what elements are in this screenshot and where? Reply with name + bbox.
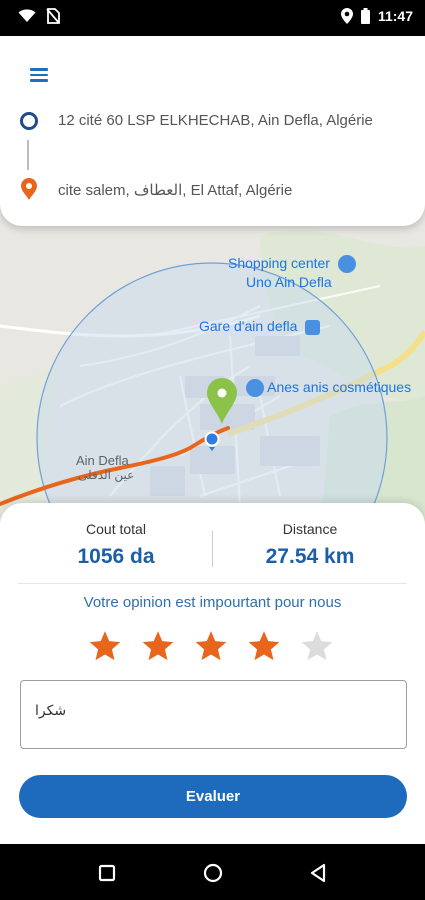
star-filled-icon[interactable] [194,629,228,663]
shopping-bag-icon [246,379,264,398]
map-label-ain-defla-ar: عين الدفلى [78,468,135,482]
map-label-gare[interactable]: Gare d'ain defla [199,318,321,335]
map-label-shopping-line1: Shopping center [228,255,330,271]
star-filled-icon[interactable] [88,629,122,663]
cost-label: Cout total [86,521,146,537]
status-bar: 11:47 [0,0,425,36]
wifi-icon [18,9,36,22]
divider [18,583,407,584]
destination-pin-icon [21,178,37,200]
status-right: 11:47 [340,8,413,24]
map-label-gare-text: Gare d'ain defla [199,318,298,334]
rating-prompt: Votre opinion est impourtant pour nous [83,594,342,611]
location-icon [340,8,353,24]
trip-summary-sheet: Cout total 1056 da Distance 27.54 km Vot… [0,503,425,844]
origin-address[interactable]: 12 cité 60 LSP ELKHECHAB, Ain Defla, Alg… [58,112,373,129]
battery-icon [360,8,370,24]
status-left [18,8,60,24]
map-label-shopping-line2: Uno Ain Defla [246,274,332,290]
map-label-anes-text: Anes anis cosmétiques [267,379,412,395]
map-label-shopping-2: Uno Ain Defla [246,274,332,290]
origin-marker-icon [20,112,38,130]
map-label-ain-defla-text: Ain Defla [76,453,129,468]
star-rating[interactable] [88,629,334,663]
star-empty-icon[interactable] [300,629,334,663]
distance-label: Distance [282,521,338,537]
navigation-bar [0,844,425,900]
comment-input[interactable]: شكرا [20,680,407,749]
current-location-dot [204,431,220,447]
recents-icon[interactable] [96,862,118,884]
address-card: 12 cité 60 LSP ELKHECHAB, Ain Defla, Alg… [0,36,425,226]
star-filled-icon[interactable] [247,629,281,663]
back-icon[interactable] [308,862,330,884]
cost-stat: Cout total 1056 da [16,521,216,569]
home-icon[interactable] [202,862,224,884]
route-connector [27,140,29,170]
menu-icon[interactable] [30,68,48,82]
clock: 11:47 [377,8,413,24]
evaluate-button[interactable]: Evaluer [19,775,407,818]
distance-stat: Distance 27.54 km [210,521,410,569]
cost-value: 1056 da [77,545,155,568]
no-sim-icon [46,8,60,24]
map-label-anes[interactable]: Anes anis cosmétiques [242,379,412,398]
distance-value: 27.54 km [265,545,355,568]
map-label-shopping[interactable]: Shopping center [228,255,356,274]
train-station-icon [305,319,321,335]
destination-address[interactable]: cite salem, العطاف, El Attaf, Algérie [58,181,292,199]
shopping-bag-icon [337,255,356,274]
map-label-ain-defla: Ain Defla عين الدفلى [76,453,134,482]
star-filled-icon[interactable] [141,629,175,663]
